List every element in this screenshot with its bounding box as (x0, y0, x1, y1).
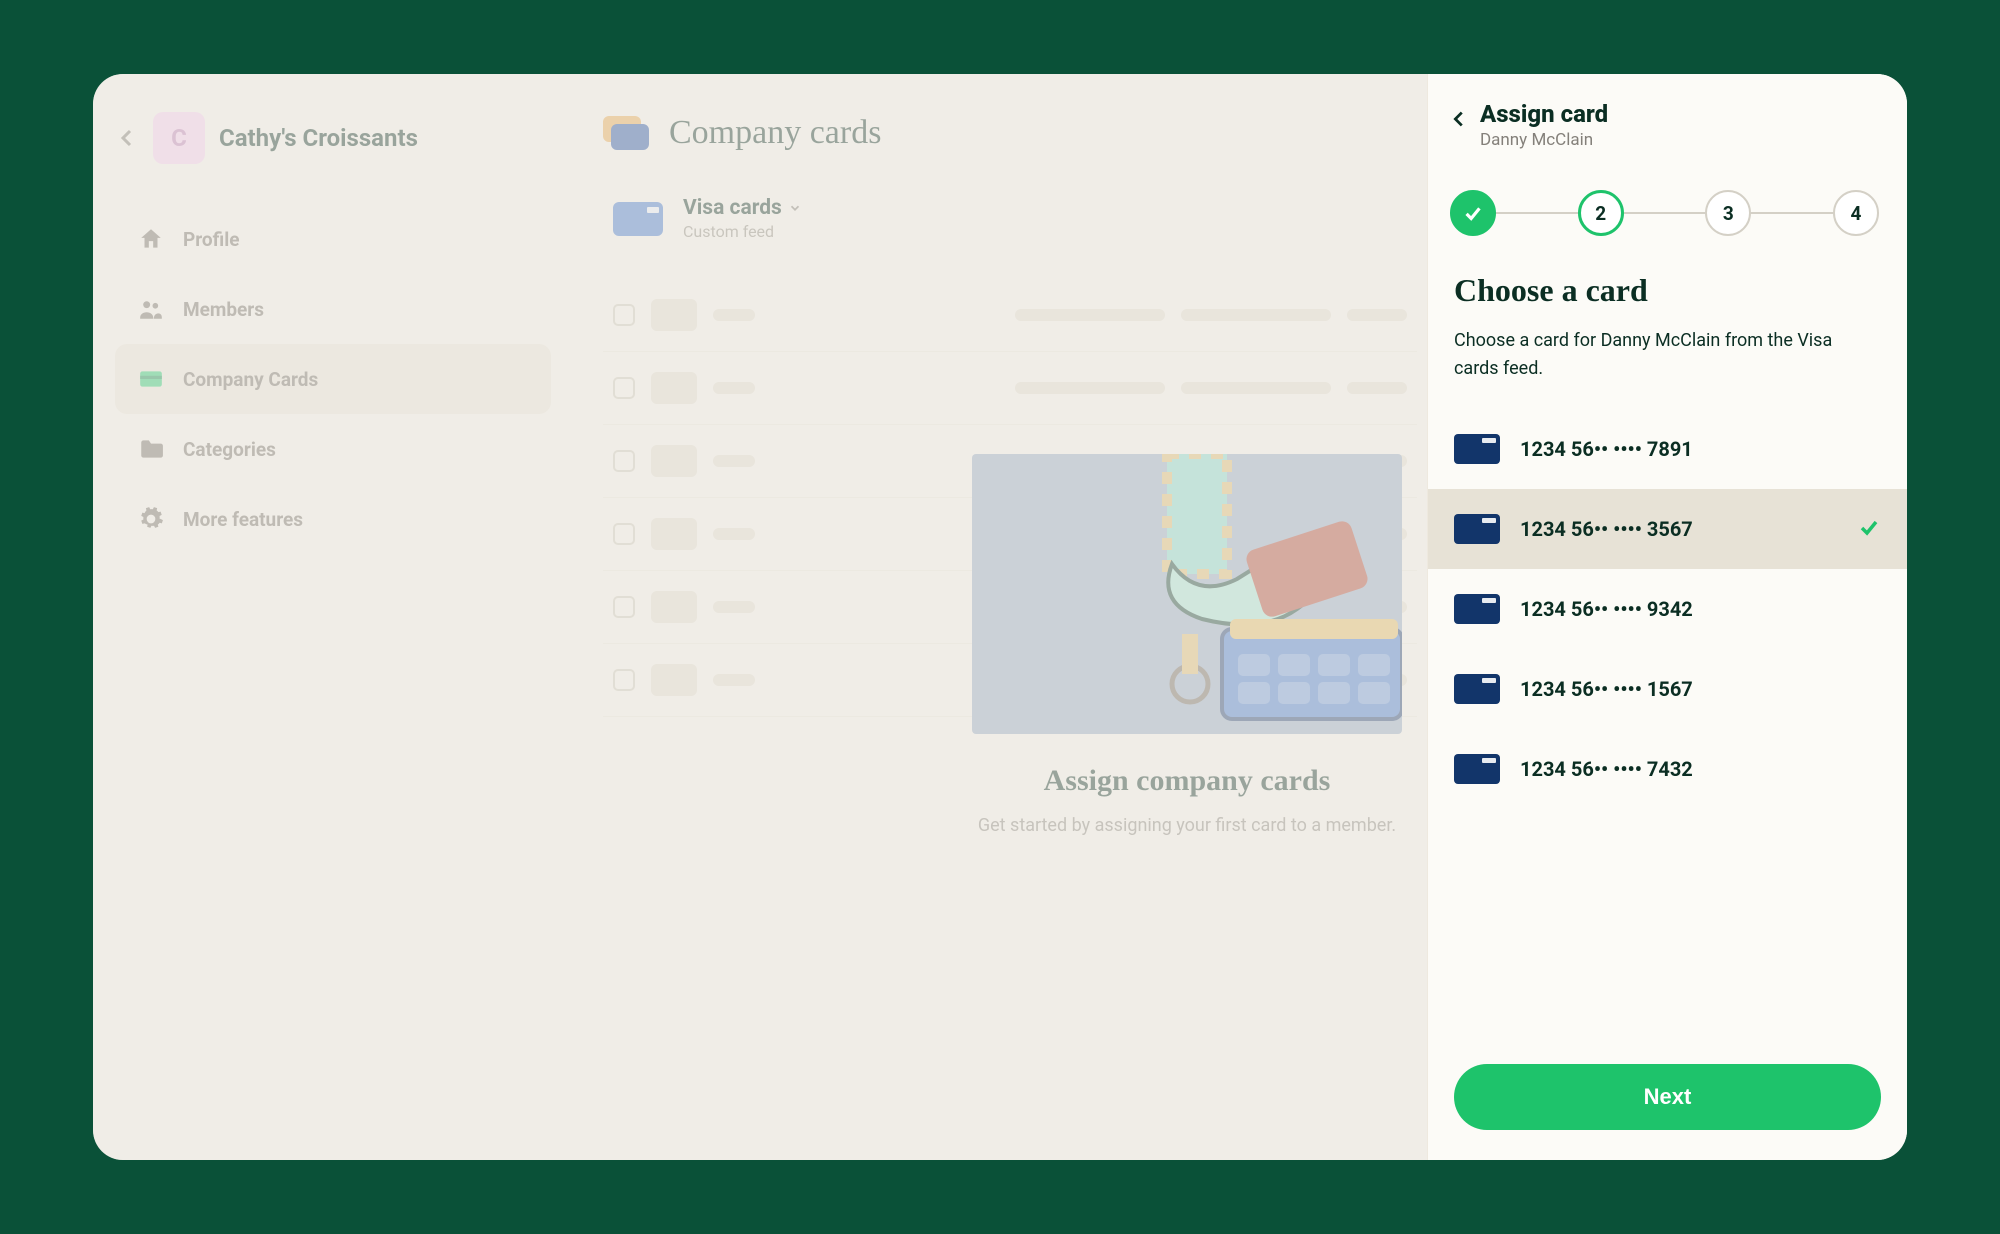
card-option[interactable]: 1234 56•• •••• 7891 (1428, 409, 1907, 489)
empty-state-promo: Assign company cards Get started by assi… (947, 454, 1427, 839)
list-item (603, 352, 1417, 425)
card-options-list: 1234 56•• •••• 7891 1234 56•• •••• 3567 12… (1428, 409, 1907, 809)
card-number: 1234 56•• •••• 3567 (1520, 517, 1837, 541)
promo-text: Get started by assigning your first card… (947, 812, 1427, 839)
step-4: 4 (1833, 190, 1879, 236)
card-number: 1234 56•• •••• 1567 (1520, 677, 1881, 701)
home-icon (137, 225, 165, 253)
sidebar-item-label: More features (183, 508, 303, 531)
card-option[interactable]: 1234 56•• •••• 9342 (1428, 569, 1907, 649)
visa-card-icon (1454, 674, 1500, 704)
step-1 (1450, 190, 1496, 236)
sidebar-item-categories[interactable]: Categories (115, 414, 551, 484)
sidebar-item-company-cards[interactable]: Company Cards (115, 344, 551, 414)
page-title: Company cards (669, 114, 881, 152)
step-3: 3 (1705, 190, 1751, 236)
assign-card-panel: Assign card Danny McClain 2 3 4 Choose a c… (1427, 74, 1907, 1160)
choose-card-heading: Choose a card (1454, 272, 1881, 309)
chevron-left-icon[interactable] (115, 126, 139, 150)
page-header: Company cards (573, 114, 1427, 152)
check-icon (1462, 202, 1484, 224)
sidebar-item-more[interactable]: More features (115, 484, 551, 554)
feed-subtitle: Custom feed (683, 222, 802, 241)
sidebar: C Cathy's Croissants Profile Members Compa… (93, 74, 573, 1160)
card-option[interactable]: 1234 56•• •••• 1567 (1428, 649, 1907, 729)
step-2: 2 (1578, 190, 1624, 236)
sidebar-item-profile[interactable]: Profile (115, 204, 551, 274)
promo-title: Assign company cards (947, 764, 1427, 798)
visa-card-icon (1454, 434, 1500, 464)
folder-icon (137, 435, 165, 463)
card-number: 1234 56•• •••• 9342 (1520, 597, 1881, 621)
card-number: 1234 56•• •••• 7432 (1520, 757, 1881, 781)
gear-icon (137, 505, 165, 533)
panel-subtitle: Danny McClain (1480, 130, 1608, 150)
sidebar-nav: Profile Members Company Cards Categories Mor… (115, 204, 551, 554)
choose-card-description: Choose a card for Danny McClain from the… (1454, 327, 1881, 383)
workspace-avatar: C (153, 112, 205, 164)
feed-selector[interactable]: Visa cards Custom feed (573, 196, 1427, 241)
card-option[interactable]: 1234 56•• •••• 3567 (1428, 489, 1907, 569)
sidebar-item-label: Members (183, 298, 264, 321)
list-item (603, 279, 1417, 352)
stepper: 2 3 4 (1450, 190, 1879, 236)
promo-illustration (972, 454, 1402, 734)
check-icon (1857, 515, 1881, 543)
visa-card-icon (1454, 594, 1500, 624)
people-icon (137, 295, 165, 323)
sidebar-item-members[interactable]: Members (115, 274, 551, 344)
chevron-down-icon (788, 201, 802, 215)
chevron-left-icon (1448, 108, 1470, 130)
sidebar-item-label: Company Cards (183, 368, 318, 391)
workspace-name: Cathy's Croissants (219, 124, 418, 152)
sidebar-item-label: Categories (183, 438, 276, 461)
visa-card-icon (1454, 754, 1500, 784)
feed-name: Visa cards (683, 196, 782, 220)
visa-card-icon (1454, 514, 1500, 544)
panel-title: Assign card (1480, 100, 1608, 128)
app-window: C Cathy's Croissants Profile Members Compa… (93, 74, 1907, 1160)
company-cards-icon (603, 116, 651, 150)
visa-card-icon (613, 202, 663, 236)
workspace-header[interactable]: C Cathy's Croissants (115, 112, 551, 164)
card-icon (137, 365, 165, 393)
main-area: Company cards Visa cards Custom feed (573, 74, 1427, 1160)
card-option[interactable]: 1234 56•• •••• 7432 (1428, 729, 1907, 809)
panel-back-button[interactable] (1444, 104, 1474, 134)
card-number: 1234 56•• •••• 7891 (1520, 437, 1881, 461)
next-button[interactable]: Next (1454, 1064, 1881, 1130)
workspace-avatar-letter: C (171, 124, 187, 152)
sidebar-item-label: Profile (183, 228, 240, 251)
